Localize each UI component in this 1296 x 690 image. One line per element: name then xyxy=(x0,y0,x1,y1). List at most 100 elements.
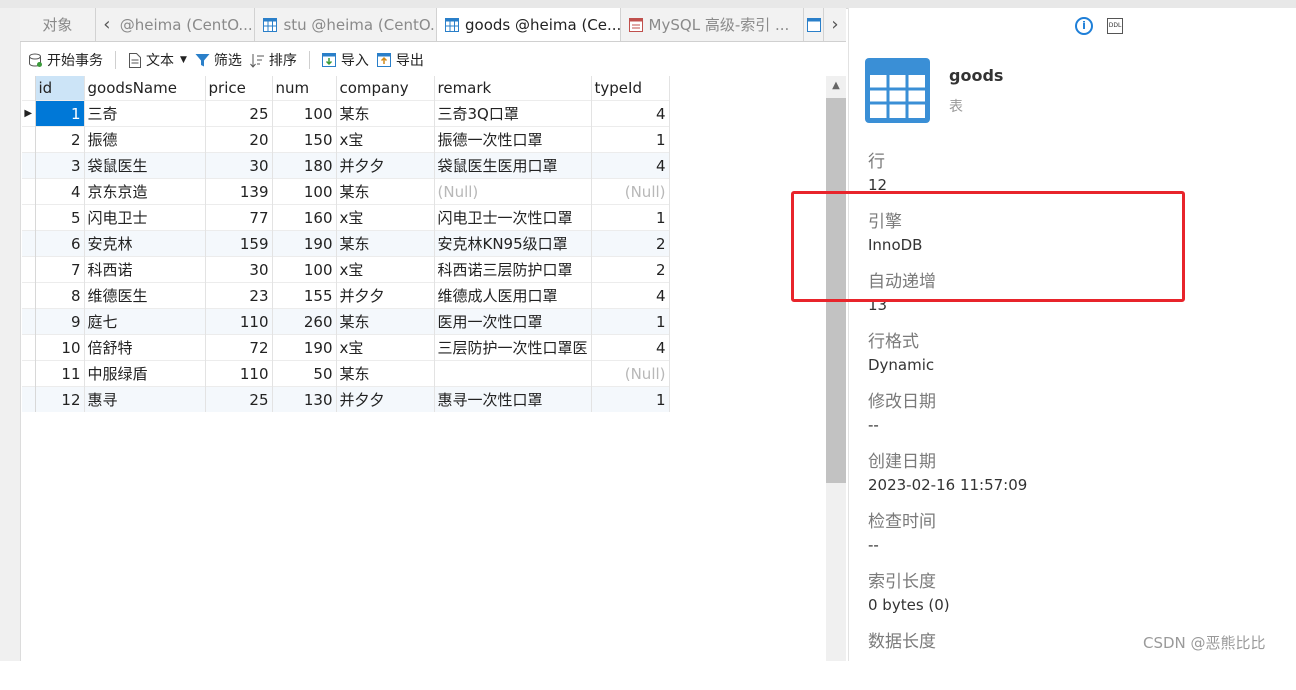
cell-price[interactable]: 20 xyxy=(205,126,273,153)
cell-price[interactable]: 23 xyxy=(205,282,273,309)
cell-goodsname[interactable]: 庭七 xyxy=(84,308,206,335)
table-row[interactable]: 11 中服绿盾 110 50 某东 (Null) xyxy=(22,360,670,387)
column-header-id[interactable]: id xyxy=(35,76,85,101)
cell-id[interactable]: 3 xyxy=(35,152,85,179)
cell-id[interactable]: 11 xyxy=(35,360,85,387)
cell-id[interactable]: 9 xyxy=(35,308,85,335)
column-header-typeid[interactable]: typeId xyxy=(591,76,670,101)
cell-goodsname[interactable]: 中服绿盾 xyxy=(84,360,206,387)
table-row[interactable]: ▶ 1 三奇 25 100 某东 三奇3Q口罩 4 xyxy=(22,100,670,127)
filter-button[interactable]: 筛选 xyxy=(195,50,242,70)
table-row[interactable]: 7 科西诺 30 100 x宝 科西诺三层防护口罩 2 xyxy=(22,256,670,283)
tab-scroll-left-icon[interactable]: ‹ xyxy=(96,8,118,41)
cell-goodsname[interactable]: 袋鼠医生 xyxy=(84,152,206,179)
cell-num[interactable]: 100 xyxy=(272,178,337,205)
begin-transaction-button[interactable]: 开始事务 xyxy=(28,50,103,70)
cell-num[interactable]: 100 xyxy=(272,100,337,127)
table-row[interactable]: 10 倍舒特 72 190 x宝 三层防护一次性口罩医 4 xyxy=(22,334,670,361)
cell-price[interactable]: 110 xyxy=(205,308,273,335)
cell-goodsname[interactable]: 惠寻 xyxy=(84,386,206,412)
tab-goods[interactable]: goods @heima (Ce... xyxy=(437,8,621,41)
cell-typeid[interactable]: 1 xyxy=(591,204,670,231)
cell-price[interactable]: 30 xyxy=(205,256,273,283)
info-icon[interactable]: i xyxy=(1075,17,1093,35)
cell-remark[interactable] xyxy=(434,360,592,387)
tab-scroll-right-icon[interactable]: › xyxy=(824,8,846,41)
cell-typeid[interactable]: 1 xyxy=(591,386,670,412)
cell-remark[interactable]: 惠寻一次性口罩 xyxy=(434,386,592,412)
cell-company[interactable]: 某东 xyxy=(336,230,435,257)
cell-typeid[interactable]: 4 xyxy=(591,334,670,361)
cell-goodsname[interactable]: 倍舒特 xyxy=(84,334,206,361)
cell-company[interactable]: 某东 xyxy=(336,178,435,205)
cell-num[interactable]: 180 xyxy=(272,152,337,179)
cell-typeid[interactable]: (Null) xyxy=(591,178,670,205)
cell-num[interactable]: 130 xyxy=(272,386,337,412)
cell-goodsname[interactable]: 振德 xyxy=(84,126,206,153)
cell-id[interactable]: 4 xyxy=(35,178,85,205)
cell-typeid[interactable]: 4 xyxy=(591,282,670,309)
cell-remark[interactable]: 三层防护一次性口罩医 xyxy=(434,334,592,361)
tab-stu[interactable]: stu @heima (CentO... xyxy=(255,8,437,41)
cell-id[interactable]: 8 xyxy=(35,282,85,309)
scroll-up-icon[interactable]: ▲ xyxy=(826,76,846,96)
cell-price[interactable]: 110 xyxy=(205,360,273,387)
table-row[interactable]: 8 维德医生 23 155 并夕夕 维德成人医用口罩 4 xyxy=(22,282,670,309)
tab-mysql-query[interactable]: MySQL 高级-索引 ... xyxy=(621,8,805,41)
cell-id[interactable]: 2 xyxy=(35,126,85,153)
cell-goodsname[interactable]: 维德医生 xyxy=(84,282,206,309)
cell-remark[interactable]: (Null) xyxy=(434,178,592,205)
cell-remark[interactable]: 安克林KN95级口罩 xyxy=(434,230,592,257)
cell-goodsname[interactable]: 科西诺 xyxy=(84,256,206,283)
column-header-price[interactable]: price xyxy=(205,76,273,101)
table-row[interactable]: 5 闪电卫士 77 160 x宝 闪电卫士一次性口罩 1 xyxy=(22,204,670,231)
cell-num[interactable]: 190 xyxy=(272,230,337,257)
column-header-remark[interactable]: remark xyxy=(434,76,592,101)
table-row[interactable]: 12 惠寻 25 130 并夕夕 惠寻一次性口罩 1 xyxy=(22,386,670,412)
tab-objects[interactable]: 对象 xyxy=(20,8,96,41)
cell-price[interactable]: 72 xyxy=(205,334,273,361)
cell-remark[interactable]: 维德成人医用口罩 xyxy=(434,282,592,309)
cell-typeid[interactable]: 4 xyxy=(591,152,670,179)
cell-remark[interactable]: 三奇3Q口罩 xyxy=(434,100,592,127)
cell-typeid[interactable]: 1 xyxy=(591,308,670,335)
table-row[interactable]: 9 庭七 110 260 某东 医用一次性口罩 1 xyxy=(22,308,670,335)
grid-vertical-scrollbar[interactable]: ▲ xyxy=(826,76,846,661)
cell-price[interactable]: 159 xyxy=(205,230,273,257)
cell-typeid[interactable]: 4 xyxy=(591,100,670,127)
column-header-company[interactable]: company xyxy=(336,76,435,101)
cell-remark[interactable]: 闪电卫士一次性口罩 xyxy=(434,204,592,231)
cell-id[interactable]: 10 xyxy=(35,334,85,361)
cell-goodsname[interactable]: 京东京造 xyxy=(84,178,206,205)
cell-remark[interactable]: 振德一次性口罩 xyxy=(434,126,592,153)
cell-company[interactable]: 并夕夕 xyxy=(336,282,435,309)
cell-id[interactable]: 12 xyxy=(35,386,85,412)
text-view-button[interactable]: 文本 ▼ xyxy=(128,50,187,70)
sort-button[interactable]: 排序 xyxy=(250,50,297,70)
cell-num[interactable]: 155 xyxy=(272,282,337,309)
cell-company[interactable]: 某东 xyxy=(336,308,435,335)
column-header-goodsname[interactable]: goodsName xyxy=(84,76,206,101)
cell-goodsname[interactable]: 三奇 xyxy=(84,100,206,127)
cell-goodsname[interactable]: 闪电卫士 xyxy=(84,204,206,231)
cell-company[interactable]: 并夕夕 xyxy=(336,386,435,412)
cell-company[interactable]: x宝 xyxy=(336,256,435,283)
cell-typeid[interactable]: 2 xyxy=(591,230,670,257)
cell-price[interactable]: 25 xyxy=(205,100,273,127)
cell-id[interactable]: 7 xyxy=(35,256,85,283)
cell-price[interactable]: 139 xyxy=(205,178,273,205)
cell-remark[interactable]: 医用一次性口罩 xyxy=(434,308,592,335)
cell-num[interactable]: 190 xyxy=(272,334,337,361)
tab-overflow[interactable] xyxy=(804,8,825,41)
cell-id[interactable]: 1 xyxy=(35,100,85,127)
column-header-num[interactable]: num xyxy=(272,76,337,101)
cell-num[interactable]: 100 xyxy=(272,256,337,283)
ddl-icon[interactable]: DDL xyxy=(1107,18,1123,34)
cell-company[interactable]: x宝 xyxy=(336,126,435,153)
export-button[interactable]: 导出 xyxy=(376,50,424,70)
table-row[interactable]: 6 安克林 159 190 某东 安克林KN95级口罩 2 xyxy=(22,230,670,257)
cell-price[interactable]: 30 xyxy=(205,152,273,179)
cell-id[interactable]: 5 xyxy=(35,204,85,231)
cell-company[interactable]: 并夕夕 xyxy=(336,152,435,179)
import-button[interactable]: 导入 xyxy=(321,50,369,70)
